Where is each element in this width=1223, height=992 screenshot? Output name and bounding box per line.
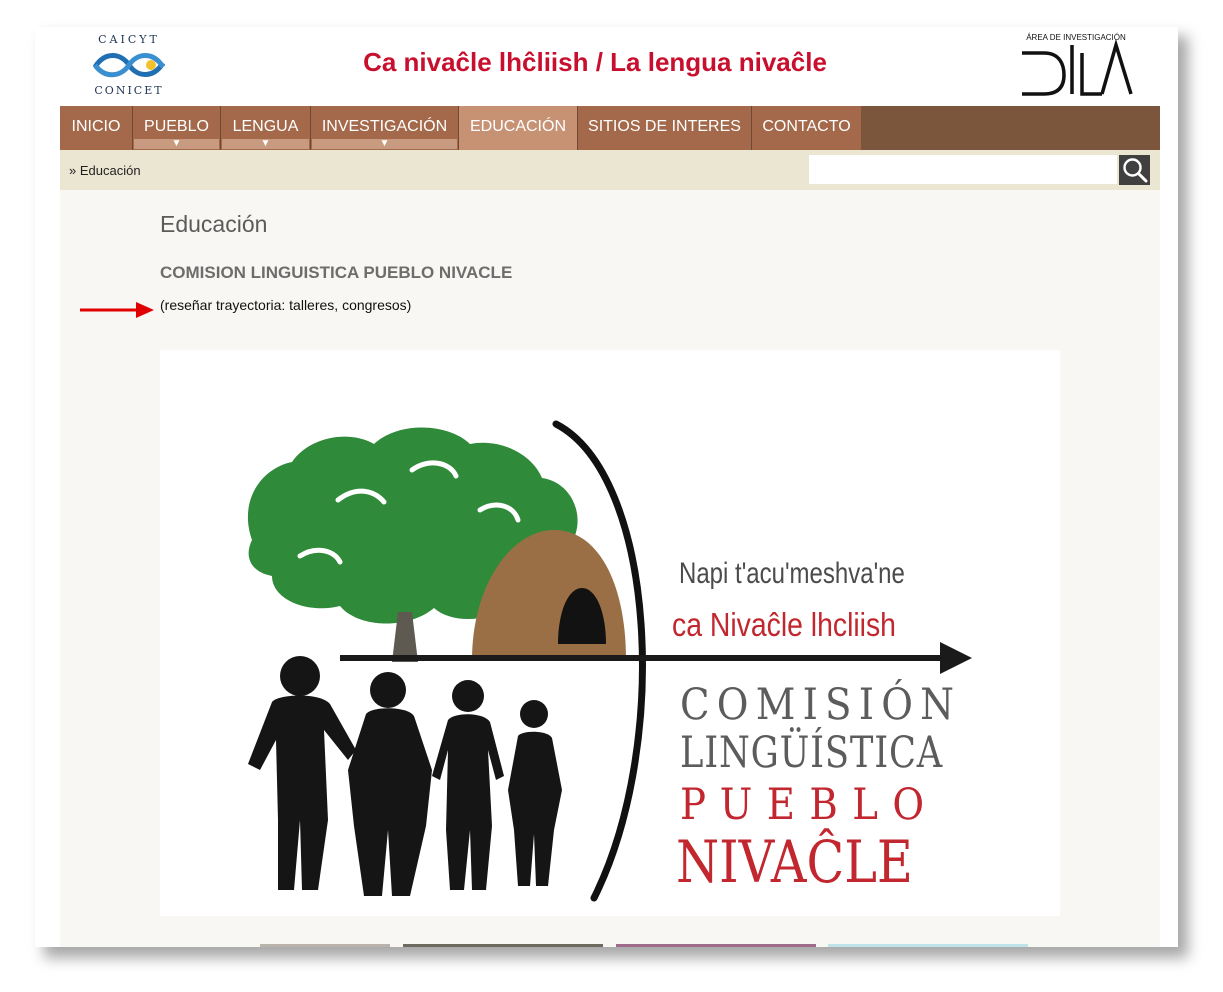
search-icon	[1123, 158, 1148, 183]
nav-item-contacto[interactable]: CONTACTO	[752, 106, 861, 150]
logo-word-comision: COMISIÓN	[680, 680, 962, 730]
nav-label: PUEBLO	[144, 118, 209, 135]
dila-logo[interactable]: ÁREA DE INVESTIGACIÓN	[1018, 31, 1138, 97]
breadcrumb-bar: » Educación	[60, 150, 1160, 190]
caicyt-text: CAICYT	[98, 33, 160, 46]
search-input[interactable]	[809, 155, 1117, 184]
nav-item-lengua[interactable]: LENGUA ▼	[221, 106, 310, 150]
logo-tagline: Napi t'acu'meshva'ne	[679, 557, 905, 590]
dropdown-arrow-icon[interactable]: ▼	[222, 139, 309, 149]
nav-item-pueblo[interactable]: PUEBLO ▼	[133, 106, 220, 150]
nav-item-educacion[interactable]: EDUCACIÓN	[459, 106, 577, 150]
arrow-line	[340, 642, 972, 674]
people-silhouettes	[248, 656, 562, 896]
nav-label: SITIOS DE INTERES	[588, 118, 741, 135]
comision-linguistica-logo-image: Napi t'acu'meshva'ne ca Nivaĉle lhcliish…	[160, 350, 1060, 916]
logo-word-linguistica: LINGÜÍSTICA	[680, 728, 944, 778]
nav-label: CONTACTO	[762, 118, 851, 135]
dropdown-arrow-icon[interactable]: ▼	[312, 139, 457, 149]
nav-item-investigacion[interactable]: INVESTIGACIÓN ▼	[311, 106, 458, 150]
trajectory-note: (reseñar trayectoria: talleres, congreso…	[160, 297, 412, 313]
logo-word-pueblo: PUEBLO	[680, 780, 939, 830]
section-heading: COMISION LINGUISTICA PUEBLO NIVACLE	[160, 263, 513, 282]
nav-label: INICIO	[71, 118, 121, 135]
gallery-thumbnail[interactable]	[260, 944, 390, 947]
site-header: CAICYT CONICET Ca nivaĉle lhĉliish / La …	[35, 27, 1178, 106]
gallery-thumbnail[interactable]	[616, 944, 816, 947]
nav-item-inicio[interactable]: INICIO	[60, 106, 132, 150]
search-button[interactable]	[1119, 155, 1150, 185]
conicet-text: CONICET	[94, 84, 163, 97]
caicyt-conicet-logo[interactable]: CAICYT CONICET	[87, 31, 171, 97]
dropdown-arrow-icon[interactable]: ▼	[134, 139, 219, 149]
nav-label: INVESTIGACIÓN	[321, 118, 448, 135]
main-nav: INICIO PUEBLO ▼ LENGUA ▼ INVESTIGACIÓN ▼…	[60, 106, 1160, 150]
logo-word-nivacle: NIVAĈLE	[676, 828, 913, 896]
dila-caption: ÁREA DE INVESTIGACIÓN	[1026, 33, 1126, 42]
nav-item-sitios-de-interes[interactable]: SITIOS DE INTERES	[578, 106, 751, 150]
gallery-thumbnail[interactable]	[828, 944, 1028, 947]
site-title[interactable]: Ca nivaĉle lhĉliish / La lengua nivaĉle	[235, 47, 955, 78]
page-title: Educación	[160, 211, 268, 237]
nav-label: EDUCACIÓN	[469, 118, 566, 135]
gallery-thumbnail[interactable]	[403, 944, 603, 947]
main-content: Educación COMISION LINGUISTICA PUEBLO NI…	[60, 190, 1160, 947]
browser-page: CAICYT CONICET Ca nivaĉle lhĉliish / La …	[35, 27, 1178, 947]
breadcrumb[interactable]: » Educación	[69, 163, 141, 178]
logo-subtitle: ca Nivaĉle lhcliish	[672, 606, 896, 643]
annotation-arrow-icon	[80, 302, 154, 318]
nav-label: LENGUA	[232, 118, 299, 135]
